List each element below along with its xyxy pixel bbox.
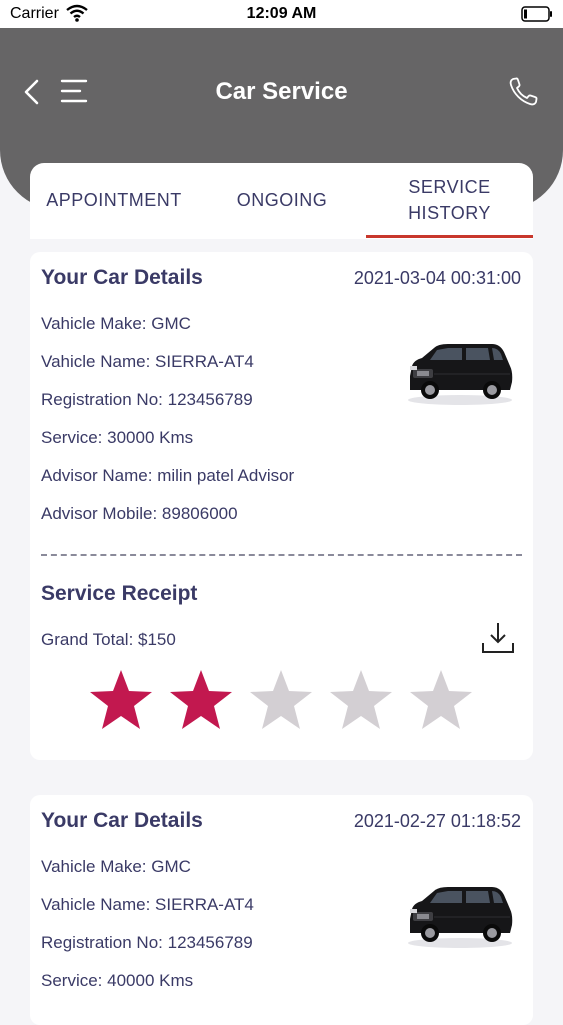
service-kms: Service: 30000 Kms bbox=[41, 428, 194, 447]
download-icon[interactable] bbox=[480, 620, 516, 656]
car-image bbox=[408, 344, 513, 405]
card-title: Your Car Details bbox=[41, 809, 203, 832]
tab-appointment[interactable]: APPOINTMENT bbox=[30, 163, 198, 237]
vehicle-make: Vahicle Make: GMC bbox=[41, 857, 191, 876]
vehicle-make: Vahicle Make: GMC bbox=[41, 314, 191, 333]
registration-number: Registration No: 123456789 bbox=[41, 933, 253, 952]
tab-bar: APPOINTMENT ONGOING SERVICE HISTORY bbox=[30, 163, 533, 239]
page-title: Car Service bbox=[215, 78, 348, 105]
advisor-name: Advisor Name: milin patel Advisor bbox=[41, 466, 295, 485]
status-bar: Carrier 12:09 AM bbox=[0, 0, 563, 28]
advisor-mobile: Advisor Mobile: 89806000 bbox=[41, 504, 238, 523]
star-filled-icon[interactable] bbox=[168, 668, 234, 734]
star-empty-icon[interactable] bbox=[328, 668, 394, 734]
registration-number: Registration No: 123456789 bbox=[41, 390, 253, 409]
tab-appointment-label: APPOINTMENT bbox=[46, 190, 182, 210]
tab-service-history-label: SERVICE HISTORY bbox=[408, 177, 491, 223]
car-image bbox=[408, 887, 513, 948]
service-record-card: Your Car Details 2021-03-04 00:31:00 Vah… bbox=[30, 252, 533, 760]
star-empty-icon[interactable] bbox=[408, 668, 474, 734]
service-date: 2021-02-27 01:18:52 bbox=[353, 811, 521, 831]
tab-service-history[interactable]: SERVICE HISTORY bbox=[366, 163, 533, 237]
star-filled-icon[interactable] bbox=[88, 668, 154, 734]
star-empty-icon[interactable] bbox=[248, 668, 314, 734]
service-date: 2021-03-04 00:31:00 bbox=[353, 268, 521, 288]
battery-icon bbox=[521, 6, 552, 22]
tab-ongoing-label: ONGOING bbox=[236, 190, 328, 210]
vehicle-name: Vahicle Name: SIERRA-AT4 bbox=[41, 352, 254, 371]
service-kms: Service: 40000 Kms bbox=[41, 971, 194, 990]
status-time: 12:09 AM bbox=[246, 5, 317, 22]
service-record-card: Your Car Details 2021-02-27 01:18:52 Vah… bbox=[30, 795, 533, 1025]
receipt-title: Service Receipt bbox=[41, 582, 198, 605]
card-title: Your Car Details bbox=[41, 266, 203, 289]
vehicle-name: Vahicle Name: SIERRA-AT4 bbox=[41, 895, 254, 914]
section-divider bbox=[41, 554, 522, 556]
phone-icon[interactable] bbox=[507, 76, 539, 108]
rating-stars bbox=[88, 668, 478, 734]
grand-total: Grand Total: $150 bbox=[41, 630, 176, 649]
active-tab-indicator bbox=[366, 235, 533, 238]
tab-ongoing[interactable]: ONGOING bbox=[198, 163, 366, 237]
